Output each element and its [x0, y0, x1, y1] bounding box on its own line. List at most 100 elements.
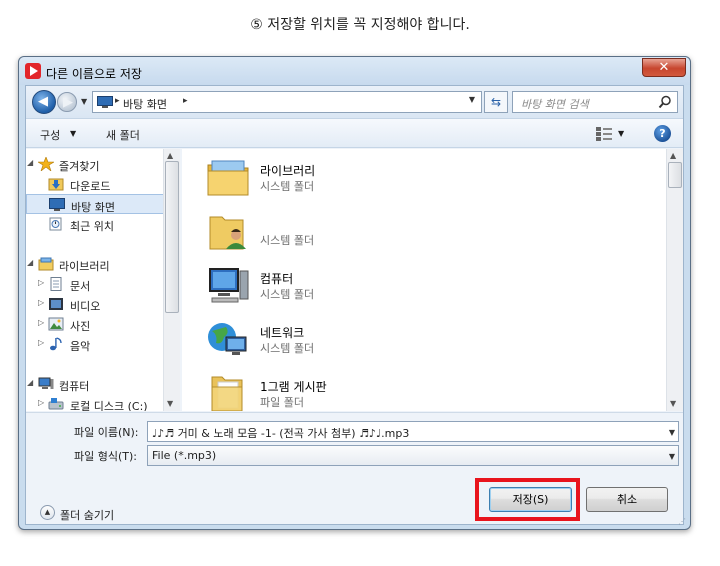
- file-list: ▲ ▼ 라이브러리 시스템 폴더 시스템 폴더 컴퓨터 시스템 폴더 네트워크 시스템 폴더…: [182, 149, 683, 411]
- recent-pages-dropdown[interactable]: ▼: [81, 97, 87, 106]
- search-placeholder: 바탕 화면 검색: [521, 98, 589, 111]
- nav-tree-label: 즐겨찾기: [59, 160, 100, 173]
- filetype-select[interactable]: File (*.mp3) ▼: [147, 445, 679, 466]
- view-dropdown-icon[interactable]: ▼: [618, 129, 624, 138]
- chevron-down-icon[interactable]: ▼: [669, 428, 675, 437]
- nav-tree-label: 최근 위치: [70, 220, 114, 233]
- file-type: 시스템 폴더: [260, 288, 315, 301]
- scroll-down-icon[interactable]: ▼: [670, 399, 676, 408]
- new-folder-button[interactable]: 새 폴더: [106, 127, 140, 143]
- chevron-down-icon[interactable]: ▼: [669, 452, 675, 461]
- collapse-arrow-icon[interactable]: ◢: [27, 158, 33, 167]
- back-button[interactable]: ◀: [32, 90, 56, 114]
- nav-tree-item[interactable]: ◢ 라이브러리: [26, 254, 168, 274]
- user-folder-icon: [206, 211, 250, 251]
- app-play-icon: [25, 63, 41, 79]
- scroll-up-icon[interactable]: ▲: [167, 151, 173, 160]
- nav-tree-item[interactable]: ▷ 사진: [26, 314, 168, 334]
- file-type: 시스템 폴더: [260, 234, 315, 247]
- organize-dropdown-icon: ▼: [70, 129, 77, 138]
- scroll-thumb[interactable]: [668, 162, 682, 188]
- nav-tree-item[interactable]: ◢ 즐겨찾기: [26, 154, 168, 174]
- navigation-scrollbar[interactable]: ▲ ▼: [163, 149, 180, 411]
- collapse-arrow-icon[interactable]: ◢: [27, 258, 33, 267]
- expand-arrow-icon[interactable]: ▷: [38, 318, 44, 327]
- expand-arrow-icon[interactable]: ▷: [38, 398, 44, 407]
- scroll-up-icon[interactable]: ▲: [670, 151, 676, 160]
- organize-button[interactable]: 구성: [40, 127, 60, 143]
- save-as-dialog: 다른 이름으로 저장 ✕ ◀ ▶ ▼ ▸ 바탕 화면 ▸ ▼ ⇆ 바탕 화면 검…: [18, 56, 691, 530]
- expand-arrow-icon[interactable]: ▷: [38, 278, 44, 287]
- download-folder-icon: [48, 177, 64, 191]
- file-list-item[interactable]: 시스템 폴더: [206, 207, 506, 255]
- file-list-item[interactable]: 컴퓨터시스템 폴더: [206, 261, 506, 309]
- desktop-icon: [49, 198, 65, 212]
- dialog-body: ◀ ▶ ▼ ▸ 바탕 화면 ▸ ▼ ⇆ 바탕 화면 검색 구성 ▼ 새 폴더 ▼…: [25, 85, 684, 525]
- breadcrumb-chevron-icon[interactable]: ▸: [115, 96, 120, 106]
- back-arrow-icon: ◀: [38, 94, 48, 109]
- computer-icon: [206, 265, 250, 305]
- breadcrumb-desktop[interactable]: 바탕 화면: [123, 96, 167, 112]
- navigation-pane: ◢ 즐겨찾기 다운로드 바탕 화면 최근 위치 ◢ 라이브러리 ▷ 문서 ▷ 비디오 ▷ 사진 ▷ 음악 ◢ 컴…: [26, 149, 176, 411]
- help-icon[interactable]: ?: [654, 125, 671, 142]
- nav-tree-item[interactable]: ▷ 비디오: [26, 294, 168, 314]
- address-dropdown[interactable]: ▼: [465, 95, 479, 109]
- refresh-button[interactable]: ⇆: [484, 91, 508, 113]
- file-list-scrollbar[interactable]: ▲ ▼: [666, 149, 683, 411]
- cancel-button[interactable]: 취소: [586, 487, 668, 512]
- save-form: 파일 이름(N): ♩♪♬ 거미 & 노래 모음 -1- (전곡 가사 첨부) …: [26, 412, 683, 524]
- documents-icon: [48, 277, 64, 291]
- title-bar[interactable]: 다른 이름으로 저장 ✕: [19, 57, 690, 85]
- navigation-bar: ◀ ▶ ▼ ▸ 바탕 화면 ▸ ▼ ⇆ 바탕 화면 검색: [26, 86, 683, 118]
- pictures-icon: [48, 317, 64, 331]
- window-title: 다른 이름으로 저장: [46, 67, 142, 81]
- file-type: 시스템 폴더: [260, 342, 315, 355]
- network-icon: [206, 319, 250, 359]
- filename-label: 파일 이름(N):: [74, 426, 139, 439]
- chevron-up-icon: ▲: [40, 505, 55, 520]
- file-list-item[interactable]: 1그램 게시판파일 폴더: [206, 369, 506, 411]
- filename-value[interactable]: ♩♪♬ 거미 & 노래 모음 -1- (전곡 가사 첨부) ♬♪♩.mp3: [152, 425, 409, 441]
- nav-tree-label: 문서: [70, 280, 91, 293]
- scroll-down-icon[interactable]: ▼: [167, 399, 173, 408]
- view-options-icon[interactable]: [596, 127, 612, 141]
- nav-tree-item[interactable]: 바탕 화면: [26, 194, 168, 214]
- library-folder-icon: [206, 157, 250, 197]
- filename-input[interactable]: ♩♪♬ 거미 & 노래 모음 -1- (전곡 가사 첨부) ♬♪♩.mp3 ▼: [147, 421, 679, 442]
- nav-tree-label: 컴퓨터: [59, 380, 90, 393]
- nav-tree-item[interactable]: ▷ 문서: [26, 274, 168, 294]
- hide-folders-label: 폴더 숨기기: [60, 509, 115, 522]
- forward-arrow-icon: ▶: [63, 95, 73, 110]
- file-list-item[interactable]: 라이브러리 시스템 폴더: [206, 153, 506, 201]
- nav-tree-item[interactable]: ▷ 로컬 디스크 (C:): [26, 394, 168, 411]
- star-icon: [36, 156, 56, 172]
- nav-tree-label: 음악: [70, 340, 91, 353]
- nav-tree-item[interactable]: ▷ 음악: [26, 334, 168, 354]
- expand-arrow-icon[interactable]: ▷: [38, 298, 44, 307]
- close-button[interactable]: ✕: [642, 58, 686, 77]
- nav-tree-item[interactable]: 다운로드: [26, 174, 168, 194]
- library-icon: [38, 257, 54, 271]
- resize-grip-icon[interactable]: ⋰: [678, 517, 688, 527]
- refresh-icon: ⇆: [490, 95, 502, 109]
- breadcrumb-chevron-icon[interactable]: ▸: [183, 96, 188, 106]
- filetype-label: 파일 형식(T):: [74, 450, 137, 463]
- computer-icon: [38, 377, 54, 391]
- file-name: 1그램 게시판: [260, 380, 327, 394]
- search-icon[interactable]: [658, 95, 672, 109]
- music-icon: [48, 337, 64, 351]
- nav-tree-label: 로컬 디스크 (C:): [70, 400, 148, 411]
- file-list-item[interactable]: 네트워크 시스템 폴더: [206, 315, 506, 363]
- nav-tree-item[interactable]: ◢ 컴퓨터: [26, 374, 168, 394]
- scroll-thumb[interactable]: [165, 161, 179, 313]
- file-name: 컴퓨터: [260, 272, 294, 286]
- expand-arrow-icon[interactable]: ▷: [38, 338, 44, 347]
- nav-tree-label: 라이브러리: [59, 260, 110, 273]
- search-input[interactable]: 바탕 화면 검색: [512, 91, 678, 113]
- nav-tree-item[interactable]: 최근 위치: [26, 214, 168, 234]
- address-bar[interactable]: ▸ 바탕 화면 ▸ ▼: [92, 91, 482, 113]
- file-type: 파일 폴더: [260, 396, 304, 409]
- nav-tree-label: 비디오: [70, 300, 101, 313]
- forward-button[interactable]: ▶: [57, 92, 77, 112]
- collapse-arrow-icon[interactable]: ◢: [27, 378, 33, 387]
